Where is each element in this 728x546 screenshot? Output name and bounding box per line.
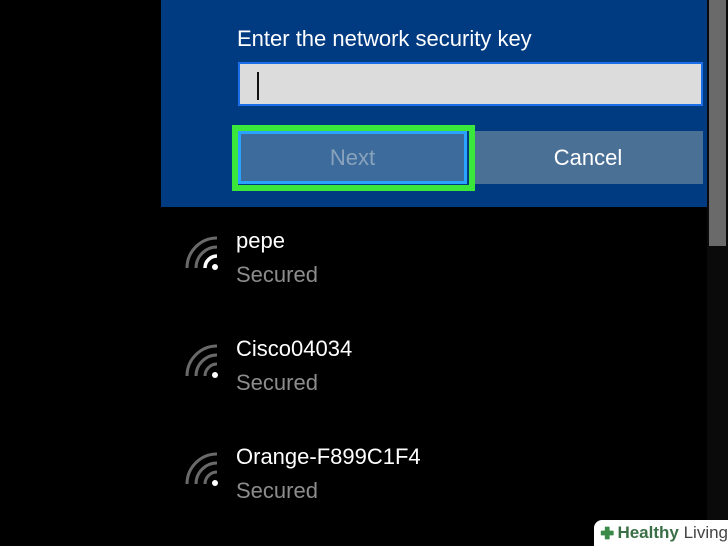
network-name: Orange-F899C1F4 (236, 444, 421, 469)
network-name: pepe (236, 228, 285, 253)
scrollbar-thumb[interactable] (709, 0, 726, 246)
network-name: Cisco04034 (236, 336, 353, 361)
watermark: Healthy Living (594, 520, 728, 546)
wifi-icon (185, 452, 218, 486)
security-key-label: Enter the network security key (237, 26, 532, 51)
connect-panel: Enter the network security key Next Canc… (161, 0, 707, 207)
watermark-text-bold: Healthy (617, 523, 679, 542)
network-status: Secured (236, 370, 318, 395)
next-button[interactable]: Next (238, 131, 467, 184)
plus-icon (600, 526, 614, 540)
network-status: Secured (236, 262, 318, 287)
network-item-cisco04034[interactable]: Cisco04034 Secured (180, 336, 700, 426)
watermark-text: Healthy Living (617, 523, 728, 543)
security-key-input[interactable] (238, 62, 703, 106)
network-status: Secured (236, 478, 318, 503)
text-caret (257, 72, 259, 100)
network-item-pepe[interactable]: pepe Secured (180, 228, 700, 318)
cancel-button[interactable]: Cancel (473, 131, 703, 184)
scrollbar[interactable] (707, 0, 728, 546)
wifi-icon (185, 344, 218, 378)
watermark-text-light: Living (678, 523, 728, 542)
wifi-icon (185, 236, 218, 270)
